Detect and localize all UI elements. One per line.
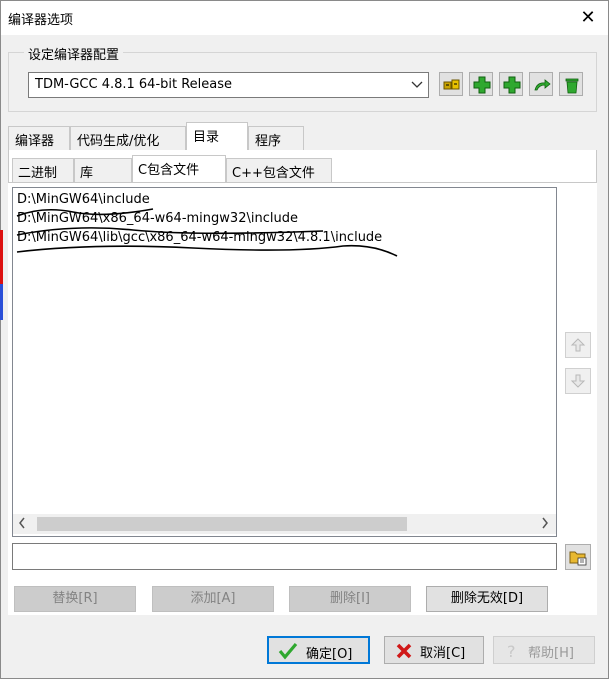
move-up-button[interactable] — [565, 332, 591, 358]
trash-icon — [565, 78, 579, 94]
rename-config-button[interactable] — [439, 72, 463, 96]
directory-path-input[interactable] — [12, 543, 557, 570]
help-label: 帮助[H] — [528, 646, 574, 661]
cancel-x-icon — [396, 643, 412, 659]
delete-invalid-button[interactable]: 删除无效[D] — [426, 586, 548, 612]
config-selected-value: TDM-GCC 4.8.1 64-bit Release — [35, 77, 233, 92]
checkmark-icon — [278, 642, 298, 660]
help-question-icon: ? — [507, 642, 516, 661]
rename-icon — [443, 79, 460, 90]
tab-compiler[interactable]: 编译器 — [8, 126, 70, 150]
help-button[interactable]: ? 帮助[H] — [493, 636, 595, 664]
tab-label: 编译器 — [15, 134, 55, 149]
move-down-button[interactable] — [565, 368, 591, 394]
subtab-binaries[interactable]: 二进制 — [12, 158, 74, 182]
plus-icon — [503, 76, 521, 94]
chevron-left-icon[interactable] — [17, 515, 27, 534]
compiler-config-select[interactable]: TDM-GCC 4.8.1 64-bit Release — [28, 72, 429, 98]
subtab-libraries[interactable]: 库 — [74, 158, 132, 182]
add-config-from-folder-button[interactable] — [499, 72, 523, 96]
title-bar: 编译器选项 ✕ — [1, 1, 608, 35]
window-title: 编译器选项 — [8, 13, 74, 28]
close-button[interactable]: ✕ — [576, 6, 600, 30]
arrow-down-icon — [570, 374, 586, 388]
group-label: 设定编译器配置 — [24, 44, 124, 63]
browse-folder-button[interactable] — [565, 544, 591, 570]
add-button[interactable]: 添加[A] — [152, 586, 274, 612]
ok-button[interactable]: 确定[O] — [267, 636, 370, 664]
chevron-right-icon[interactable] — [540, 515, 550, 534]
subtab-cpp-includes[interactable]: C++包含文件 — [226, 158, 332, 182]
chevron-down-icon — [410, 76, 424, 95]
subtab-label: C包含文件 — [138, 163, 200, 178]
cancel-button[interactable]: 取消[C] — [384, 636, 484, 664]
folder-icon — [569, 551, 587, 566]
tab-label: 目录 — [193, 130, 220, 145]
add-config-button[interactable] — [469, 72, 493, 96]
tab-programs[interactable]: 程序 — [248, 126, 304, 150]
svg-text:?: ? — [507, 642, 516, 661]
replace-button[interactable]: 替换[R] — [14, 586, 136, 612]
include-dir-list[interactable]: D:\MinGW64\include D:\MinGW64\x86_64-w64… — [12, 187, 557, 537]
delete-button[interactable]: 删除[I] — [289, 586, 411, 612]
background-window-strip — [0, 230, 3, 320]
handwritten-underline-marks — [16, 208, 398, 257]
arrow-up-icon — [570, 338, 586, 352]
ok-label: 确定[O] — [306, 647, 353, 662]
subtab-c-includes[interactable]: C包含文件 — [132, 155, 226, 182]
tab-label: 代码生成/优化 — [77, 134, 160, 149]
rename-arrow-button[interactable] — [529, 72, 553, 96]
close-icon: ✕ — [580, 7, 596, 28]
subtab-label: 二进制 — [18, 166, 58, 181]
delete-config-button[interactable] — [559, 72, 583, 96]
cancel-label: 取消[C] — [420, 646, 466, 661]
tab-codegen[interactable]: 代码生成/优化 — [70, 126, 186, 150]
arrow-right-icon — [534, 79, 551, 91]
tab-label: 程序 — [255, 134, 282, 149]
plus-icon — [473, 76, 491, 94]
subtab-label: 库 — [80, 166, 94, 181]
tab-directories[interactable]: 目录 — [186, 122, 248, 150]
horizontal-scrollbar[interactable] — [13, 514, 556, 534]
scrollbar-thumb[interactable] — [37, 517, 407, 531]
subtab-label: C++包含文件 — [232, 166, 315, 181]
